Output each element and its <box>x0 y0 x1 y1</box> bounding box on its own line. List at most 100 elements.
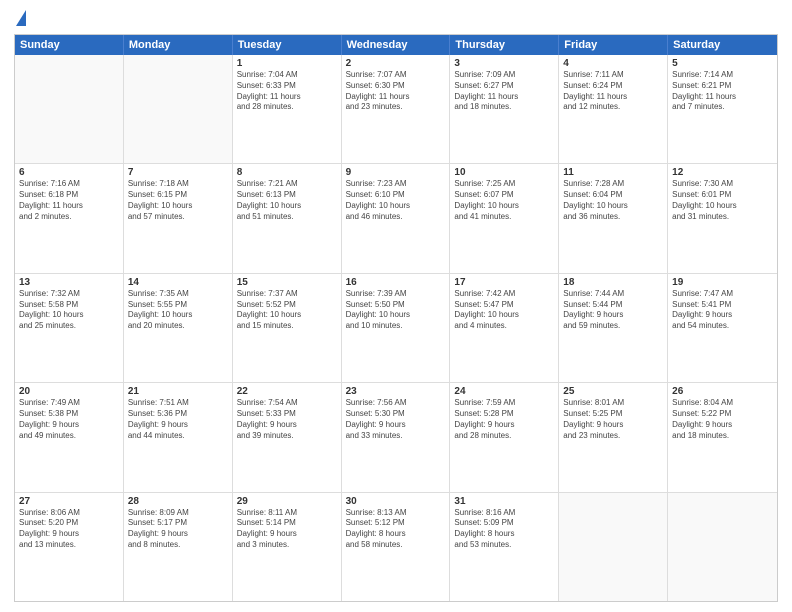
day-number: 13 <box>19 277 119 288</box>
cell-line: and 59 minutes. <box>563 321 663 332</box>
cell-line: Sunset: 6:30 PM <box>346 81 446 92</box>
cell-line: Sunrise: 7:23 AM <box>346 179 446 190</box>
calendar-cell: 22Sunrise: 7:54 AMSunset: 5:33 PMDayligh… <box>233 383 342 491</box>
cell-line: and 15 minutes. <box>237 321 337 332</box>
calendar-row: 6Sunrise: 7:16 AMSunset: 6:18 PM Daylight… <box>15 164 777 273</box>
calendar-cell: 13Sunrise: 7:32 AMSunset: 5:58 PMDayligh… <box>15 274 124 382</box>
cell-line: and 53 minutes. <box>454 540 554 551</box>
calendar-header: SundayMondayTuesdayWednesdayThursdayFrid… <box>15 35 777 55</box>
header <box>14 10 778 28</box>
calendar-cell: 15Sunrise: 7:37 AMSunset: 5:52 PMDayligh… <box>233 274 342 382</box>
cell-line: and 44 minutes. <box>128 431 228 442</box>
cell-line: Daylight: 10 hours <box>672 201 773 212</box>
cell-line: Sunset: 5:14 PM <box>237 518 337 529</box>
cell-line: and 49 minutes. <box>19 431 119 442</box>
cell-line: Sunset: 5:55 PM <box>128 300 228 311</box>
cell-line: Sunrise: 7:21 AM <box>237 179 337 190</box>
cell-line: and 31 minutes. <box>672 212 773 223</box>
cell-line: Sunset: 5:17 PM <box>128 518 228 529</box>
cell-line: and 58 minutes. <box>346 540 446 551</box>
weekday-header: Tuesday <box>233 35 342 55</box>
calendar-cell: 6Sunrise: 7:16 AMSunset: 6:18 PMDaylight… <box>15 164 124 272</box>
cell-line: Sunrise: 7:47 AM <box>672 289 773 300</box>
cell-line: Sunset: 6:04 PM <box>563 190 663 201</box>
cell-line: Daylight: 9 hours <box>563 310 663 321</box>
cell-line: Sunset: 6:13 PM <box>237 190 337 201</box>
cell-line: Daylight: 9 hours <box>672 420 773 431</box>
cell-line: Sunrise: 7:30 AM <box>672 179 773 190</box>
cell-line: Daylight: 9 hours <box>346 420 446 431</box>
cell-line: Sunset: 5:36 PM <box>128 409 228 420</box>
cell-line: Sunset: 5:52 PM <box>237 300 337 311</box>
cell-line: and 23 minutes. <box>563 431 663 442</box>
cell-line: Sunrise: 7:28 AM <box>563 179 663 190</box>
cell-line: Sunrise: 7:42 AM <box>454 289 554 300</box>
calendar-cell: 18Sunrise: 7:44 AMSunset: 5:44 PMDayligh… <box>559 274 668 382</box>
cell-line: Daylight: 10 hours <box>128 201 228 212</box>
calendar-body: 1Sunrise: 7:04 AMSunset: 6:33 PMDaylight… <box>15 55 777 601</box>
cell-line: and 23 minutes. <box>346 102 446 113</box>
cell-line: Sunrise: 7:18 AM <box>128 179 228 190</box>
cell-line: Daylight: 10 hours <box>346 201 446 212</box>
cell-line: Daylight: 8 hours <box>454 529 554 540</box>
calendar-cell: 12Sunrise: 7:30 AMSunset: 6:01 PMDayligh… <box>668 164 777 272</box>
cell-line: Daylight: 10 hours <box>454 310 554 321</box>
cell-line: Sunset: 5:38 PM <box>19 409 119 420</box>
cell-line: Sunset: 6:33 PM <box>237 81 337 92</box>
calendar-cell: 16Sunrise: 7:39 AMSunset: 5:50 PMDayligh… <box>342 274 451 382</box>
calendar-cell <box>124 55 233 163</box>
cell-line: and 51 minutes. <box>237 212 337 223</box>
calendar-cell: 9Sunrise: 7:23 AMSunset: 6:10 PMDaylight… <box>342 164 451 272</box>
cell-line: Sunrise: 7:11 AM <box>563 70 663 81</box>
cell-line: Daylight: 8 hours <box>346 529 446 540</box>
day-number: 8 <box>237 167 337 178</box>
day-number: 10 <box>454 167 554 178</box>
cell-line: and 18 minutes. <box>672 431 773 442</box>
calendar-cell: 5Sunrise: 7:14 AMSunset: 6:21 PMDaylight… <box>668 55 777 163</box>
calendar-row: 13Sunrise: 7:32 AMSunset: 5:58 PM Dayligh… <box>15 274 777 383</box>
day-number: 15 <box>237 277 337 288</box>
cell-line: Sunset: 5:44 PM <box>563 300 663 311</box>
weekday-header: Wednesday <box>342 35 451 55</box>
cell-line: Sunset: 5:47 PM <box>454 300 554 311</box>
day-number: 28 <box>128 496 228 507</box>
day-number: 7 <box>128 167 228 178</box>
cell-line: and 13 minutes. <box>19 540 119 551</box>
day-number: 9 <box>346 167 446 178</box>
cell-line: Sunrise: 8:09 AM <box>128 508 228 519</box>
cell-line: Sunrise: 7:16 AM <box>19 179 119 190</box>
cell-line: and 36 minutes. <box>563 212 663 223</box>
cell-line: Daylight: 11 hours <box>563 92 663 103</box>
cell-line: and 3 minutes. <box>237 540 337 551</box>
cell-line: Sunrise: 8:13 AM <box>346 508 446 519</box>
cell-line: and 46 minutes. <box>346 212 446 223</box>
cell-line: Sunset: 5:12 PM <box>346 518 446 529</box>
weekday-header: Saturday <box>668 35 777 55</box>
cell-line: and 54 minutes. <box>672 321 773 332</box>
cell-line: Sunrise: 7:09 AM <box>454 70 554 81</box>
cell-line: and 18 minutes. <box>454 102 554 113</box>
cell-line: Sunrise: 7:32 AM <box>19 289 119 300</box>
logo <box>14 10 26 28</box>
day-number: 18 <box>563 277 663 288</box>
cell-line: Sunset: 5:33 PM <box>237 409 337 420</box>
calendar-cell: 23Sunrise: 7:56 AMSunset: 5:30 PMDayligh… <box>342 383 451 491</box>
cell-line: Sunset: 5:58 PM <box>19 300 119 311</box>
day-number: 26 <box>672 386 773 397</box>
cell-line: Daylight: 10 hours <box>237 310 337 321</box>
cell-line: Sunset: 6:18 PM <box>19 190 119 201</box>
cell-line: Sunrise: 7:54 AM <box>237 398 337 409</box>
day-number: 19 <box>672 277 773 288</box>
cell-line: Sunrise: 7:51 AM <box>128 398 228 409</box>
cell-line: and 2 minutes. <box>19 212 119 223</box>
page: SundayMondayTuesdayWednesdayThursdayFrid… <box>0 0 792 612</box>
cell-line: and 33 minutes. <box>346 431 446 442</box>
day-number: 31 <box>454 496 554 507</box>
cell-line: and 10 minutes. <box>346 321 446 332</box>
cell-line: Daylight: 9 hours <box>454 420 554 431</box>
cell-line: Sunrise: 8:04 AM <box>672 398 773 409</box>
day-number: 6 <box>19 167 119 178</box>
cell-line: Sunrise: 7:07 AM <box>346 70 446 81</box>
cell-line: Sunset: 5:09 PM <box>454 518 554 529</box>
weekday-header: Sunday <box>15 35 124 55</box>
